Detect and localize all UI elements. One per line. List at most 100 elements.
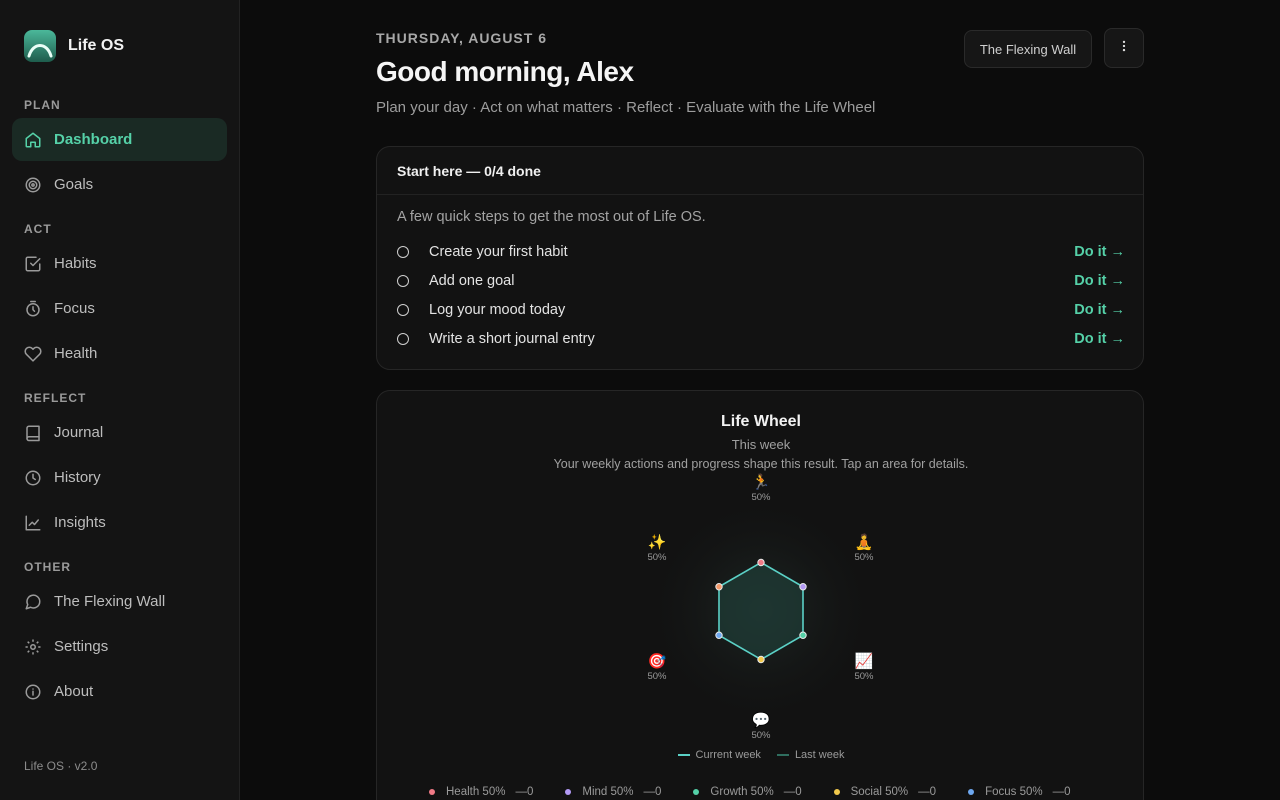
wheel-point[interactable] [715,583,723,591]
dot-icon [429,789,435,795]
wheel-point[interactable] [757,655,765,664]
axis-emoji: 🧘 [854,534,874,551]
sidebar-item-label: Habits [54,255,97,272]
wheel-point[interactable] [799,631,807,639]
do-it-link[interactable]: Do it → [1074,331,1125,347]
axis-percent: 50% [751,730,771,741]
sidebar-item-insights[interactable]: Insights [12,501,227,544]
score-label: Focus 50% [985,786,1043,798]
do-it-link[interactable]: Do it → [1074,244,1125,260]
wheel-axis-label[interactable]: ✨ 50% [627,534,687,564]
task-status-circle[interactable] [397,333,409,345]
wheel-point[interactable] [799,583,807,591]
do-it-link[interactable]: Do it → [1074,302,1125,318]
sidebar-item-label: Insights [54,514,106,531]
axis-emoji: 📈 [854,653,874,670]
axis-percent: 50% [751,492,771,503]
task-status-circle[interactable] [397,304,409,316]
app-version: Life OS · v2.0 [24,759,98,773]
sidebar-item-label: Dashboard [54,131,133,148]
dot-icon [565,789,572,795]
legend-line-icon [776,754,789,756]
sidebar-item-label: Journal [54,424,104,441]
score-delta: —0 [1052,786,1071,798]
sidebar-item-label: About [54,683,94,700]
task-row[interactable]: Add one goal Do it → [397,270,1125,292]
legend-line-icon [677,754,690,756]
sidebar-item-settings[interactable]: Settings [12,625,227,668]
score-label: Social 50% [850,786,909,798]
start-here-card: Start here — 0/4 done A few quick steps … [376,146,1144,370]
axis-emoji: 💬 [751,712,771,729]
clock-icon [24,469,42,487]
sidebar-item-label: The Flexing Wall [54,593,166,610]
score-label: Growth 50% [710,786,774,798]
wheel-point[interactable] [715,631,723,639]
legend-item-current: Current week [677,749,761,761]
flexing-wall-button[interactable]: The Flexing Wall [964,30,1092,68]
axis-emoji: 🏃 [751,474,771,491]
sidebar-item-goals[interactable]: Goals [12,163,227,206]
task-label: Add one goal [429,273,515,289]
section-title-act: ACT [24,222,52,236]
area-scores: Health 50% —0 Mind 50% —0 Growth 50% —0 … [429,786,1071,798]
sidebar-item-label: Goals [54,176,94,193]
wheel-point[interactable] [757,558,765,567]
sidebar-item-history[interactable]: History [12,456,227,499]
score-item-social[interactable]: Social 50% —0 [833,786,937,798]
task-row[interactable]: Write a short journal entry Do it → [397,328,1125,350]
wheel-axis-label[interactable]: 🎯 50% [627,654,687,683]
score-delta: —0 [643,786,662,798]
score-label: Mind 50% [582,786,634,798]
sidebar-item-label: Settings [54,638,109,655]
sidebar-item-journal[interactable]: Journal [12,411,227,454]
axis-emoji: ✨ [647,534,667,551]
gear-icon [24,638,42,656]
chat-icon [24,593,42,611]
section-title-other: OTHER [24,560,71,574]
wheel-axis-label[interactable]: 🧘 50% [834,534,894,564]
task-status-circle[interactable] [397,246,409,258]
score-item-focus[interactable]: Focus 50% —0 [968,786,1071,798]
legend-item-last: Last week [776,749,844,761]
wheel-axis-label[interactable]: 📈 50% [834,653,894,683]
score-delta: —0 [783,786,802,798]
task-row[interactable]: Log your mood today Do it → [397,299,1125,321]
legend-label: Current week [695,749,761,761]
score-item-mind[interactable]: Mind 50% —0 [565,786,661,798]
score-item-growth[interactable]: Growth 50% —0 [693,786,802,798]
sidebar-item-flexing-wall[interactable]: The Flexing Wall [12,580,227,623]
page-title: Good morning, Alex [376,56,634,87]
score-delta: —0 [515,786,534,798]
sidebar-item-habits[interactable]: Habits [12,242,227,285]
dot-icon [833,789,840,795]
life-wheel-card: Life Wheel This week Your weekly actions… [376,390,1144,800]
task-row[interactable]: Create your first habit Do it → [397,241,1125,263]
start-here-title: Start here — 0/4 done [377,147,1143,195]
section-title-plan: PLAN [24,98,61,112]
heart-icon [24,345,42,363]
sidebar-item-health[interactable]: Health [12,332,227,375]
wheel-axis-label[interactable]: 💬 50% [731,712,791,742]
score-item-health[interactable]: Health 50% —0 [429,786,533,798]
brand[interactable]: Life OS [24,30,124,62]
score-delta: —0 [918,786,937,798]
dot-icon [693,789,700,795]
timer-icon [24,300,42,318]
sidebar-item-dashboard[interactable]: Dashboard [12,118,227,161]
wheel-axis-label[interactable]: 🏃 50% [731,474,791,504]
target-icon [24,176,42,194]
current-date: THURSDAY, AUGUST 6 [376,30,547,46]
task-label: Log your mood today [429,302,566,318]
axis-percent: 50% [647,671,667,682]
do-it-link[interactable]: Do it → [1074,273,1125,289]
more-options-button[interactable] [1104,28,1144,68]
task-status-circle[interactable] [397,275,409,287]
task-label: Write a short journal entry [429,331,595,347]
checkbox-icon [24,255,42,273]
sidebar-item-focus[interactable]: Focus [12,287,227,330]
sidebar-item-label: History [54,469,101,486]
page-subtitle: Plan your day · Act on what matters · Re… [376,99,876,116]
sidebar-item-about[interactable]: About [12,670,227,713]
kebab-menu-icon [1117,39,1131,58]
